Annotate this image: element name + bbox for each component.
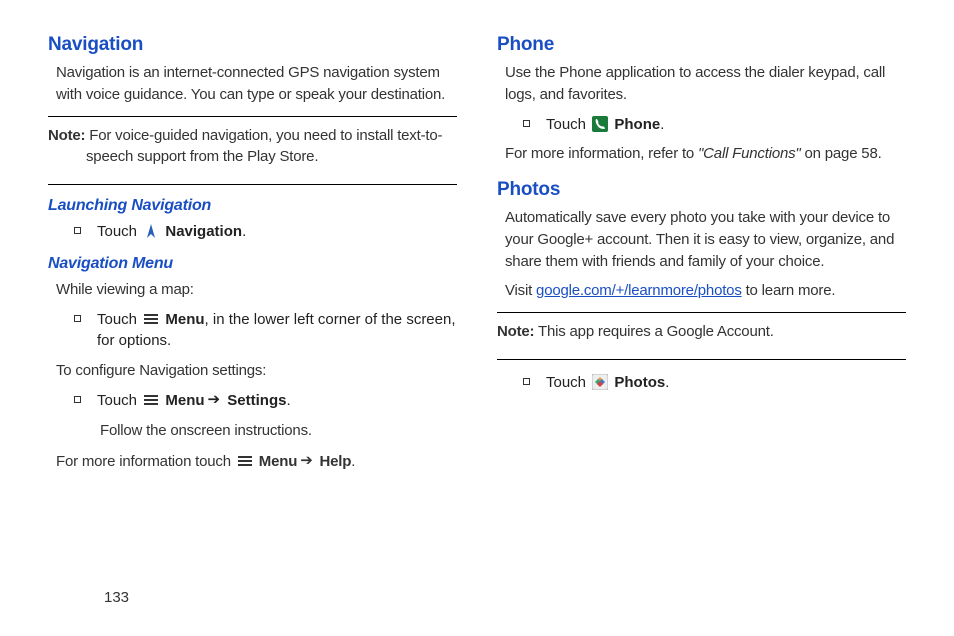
note-label: Note: xyxy=(497,323,534,340)
settings-label: Settings xyxy=(223,392,286,409)
phone-heading: Phone xyxy=(497,34,906,56)
page-number: 133 xyxy=(104,589,129,606)
right-column: Phone Use the Phone application to acces… xyxy=(497,34,906,554)
menu-label: Menu xyxy=(255,453,297,470)
left-column: Navigation Navigation is an internet-con… xyxy=(48,34,457,554)
phone-touch-item: Touch Phone. xyxy=(523,114,906,136)
note-label: Note: xyxy=(48,127,85,144)
hamburger-menu-icon xyxy=(143,311,159,327)
period: . xyxy=(351,453,355,470)
phone-intro-text: Use the Phone application to access the … xyxy=(505,62,906,106)
menu-label: Menu xyxy=(161,311,204,328)
photos-note-text: Note: This app requires a Google Account… xyxy=(497,321,906,343)
photos-visit-text: Visit google.com/+/learnmore/photos to l… xyxy=(505,280,906,302)
visit-suffix: to learn more. xyxy=(742,282,836,299)
settings-text: Touch Menu➔ Settings. xyxy=(97,390,457,412)
arrow-icon: ➔ xyxy=(208,389,221,411)
settings-item: Touch Menu➔ Settings. xyxy=(74,390,457,412)
hamburger-menu-icon xyxy=(237,453,253,469)
two-column-layout: Navigation Navigation is an internet-con… xyxy=(48,34,906,554)
more-info-text: For more information touch Menu➔ Help. xyxy=(56,451,457,473)
navigation-heading: Navigation xyxy=(48,34,457,56)
note-body: For voice-guided navigation, you need to… xyxy=(85,127,442,166)
navigation-arrow-icon xyxy=(143,223,159,239)
square-bullet-icon xyxy=(74,315,81,322)
visit-prefix: Visit xyxy=(505,282,536,299)
menu-label: Menu xyxy=(161,392,204,409)
help-label: Help xyxy=(316,453,352,470)
call-functions-ref: "Call Functions" xyxy=(698,145,801,162)
navigation-note-block: Note: For voice-guided navigation, you n… xyxy=(48,116,457,186)
phone-more-pre: For more information, refer to xyxy=(505,145,698,162)
configure-text: To configure Navigation settings: xyxy=(56,360,457,382)
launch-nav-text: Touch Navigation. xyxy=(97,221,457,243)
photos-app-icon xyxy=(592,374,608,390)
while-viewing-text: While viewing a map: xyxy=(56,279,457,301)
photos-touch-text: Touch Photos. xyxy=(546,372,906,394)
touch-prefix: Touch xyxy=(546,116,590,133)
navigation-menu-heading: Navigation Menu xyxy=(48,255,457,273)
navigation-note-text: Note: For voice-guided navigation, you n… xyxy=(48,125,457,169)
phone-label: Phone xyxy=(610,116,660,133)
square-bullet-icon xyxy=(523,120,530,127)
touch-prefix: Touch xyxy=(546,374,590,391)
hamburger-menu-icon xyxy=(143,392,159,408)
navigation-intro-text: Navigation is an internet-connected GPS … xyxy=(56,62,457,106)
phone-more-post: on page 58. xyxy=(801,145,882,162)
square-bullet-icon xyxy=(74,396,81,403)
navigation-label: Navigation xyxy=(161,223,242,240)
launching-navigation-heading: Launching Navigation xyxy=(48,197,457,215)
period: . xyxy=(665,374,669,391)
follow-instructions-text: Follow the onscreen instructions. xyxy=(100,420,457,442)
launch-nav-item: Touch Navigation. xyxy=(74,221,457,243)
square-bullet-icon xyxy=(523,378,530,385)
photos-label: Photos xyxy=(610,374,665,391)
square-bullet-icon xyxy=(74,227,81,234)
phone-touch-text: Touch Phone. xyxy=(546,114,906,136)
photos-note-block: Note: This app requires a Google Account… xyxy=(497,312,906,360)
phone-more-info-text: For more information, refer to "Call Fun… xyxy=(505,143,906,165)
arrow-icon: ➔ xyxy=(300,450,312,472)
phone-app-icon xyxy=(592,116,608,132)
period: . xyxy=(286,392,290,409)
photos-learnmore-link[interactable]: google.com/+/learnmore/photos xyxy=(536,282,742,299)
menu-option-item: Touch Menu, in the lower left corner of … xyxy=(74,309,457,353)
period: . xyxy=(660,116,664,133)
period: . xyxy=(242,223,246,240)
photos-touch-item: Touch Photos. xyxy=(523,372,906,394)
touch-prefix: Touch xyxy=(97,311,141,328)
note-body: This app requires a Google Account. xyxy=(534,323,773,340)
menu-option-text: Touch Menu, in the lower left corner of … xyxy=(97,309,457,353)
more-info-prefix: For more information touch xyxy=(56,453,235,470)
photos-intro-text: Automatically save every photo you take … xyxy=(505,207,906,272)
touch-prefix: Touch xyxy=(97,392,141,409)
photos-heading: Photos xyxy=(497,179,906,201)
touch-prefix: Touch xyxy=(97,223,141,240)
